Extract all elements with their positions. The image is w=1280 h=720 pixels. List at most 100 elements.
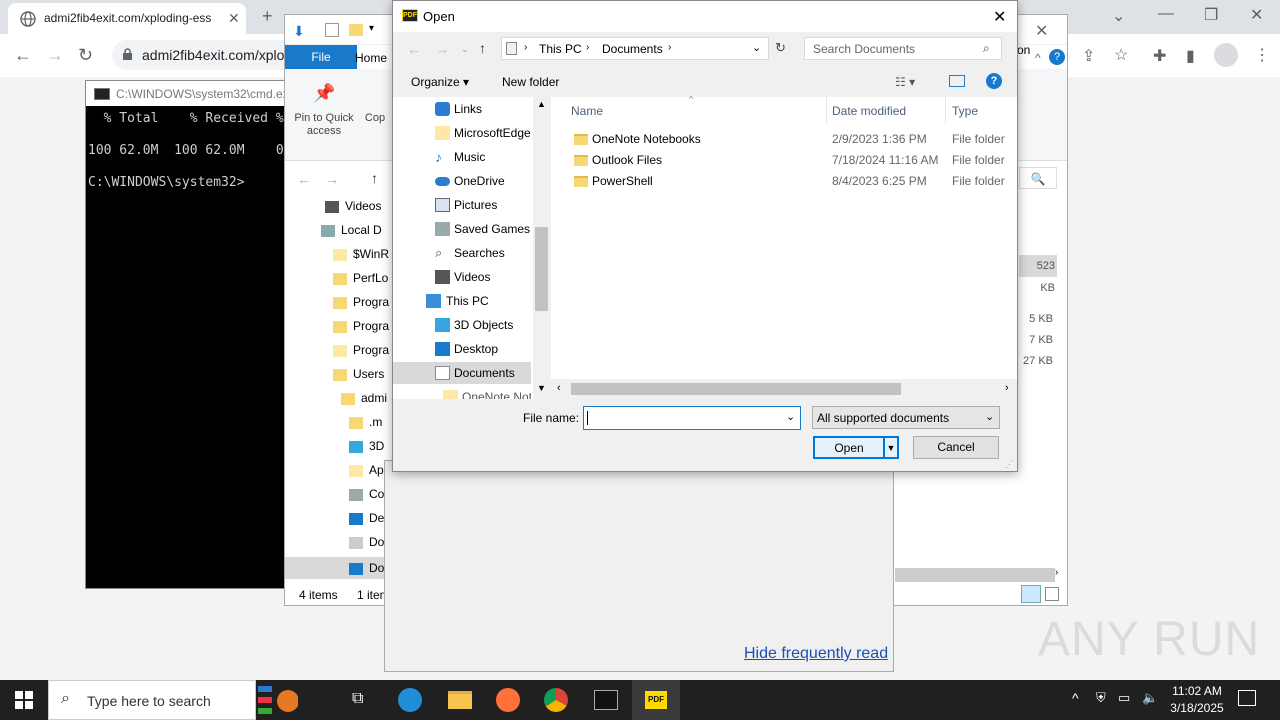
- tree-item-selected[interactable]: Do: [285, 557, 385, 579]
- forward-icon[interactable]: →: [46, 45, 64, 66]
- nav-item-3d-objects[interactable]: 3D Objects: [393, 314, 531, 336]
- nav-item-this-pc[interactable]: This PC: [393, 290, 531, 312]
- notifications-icon[interactable]: [1238, 690, 1256, 706]
- restore-icon[interactable]: ❐: [1204, 5, 1218, 25]
- navigation-pane[interactable]: Links MicrosoftEdge ♪ Music OneDrive Pict…: [393, 97, 533, 399]
- nav-item-videos[interactable]: Videos: [393, 266, 531, 288]
- edge-icon[interactable]: [398, 688, 422, 712]
- scroll-left-icon[interactable]: ‹: [557, 382, 561, 394]
- nav-item-searches[interactable]: ⌕ Searches: [393, 242, 531, 264]
- refresh-icon[interactable]: ↻: [775, 40, 786, 56]
- large-icons-view-icon[interactable]: [1045, 587, 1059, 601]
- explorer-close-icon[interactable]: ✕: [1035, 21, 1048, 41]
- nav-item-documents[interactable]: Documents: [393, 362, 531, 384]
- tray-time[interactable]: 11:02 AM: [1170, 684, 1224, 698]
- file-row[interactable]: Outlook Files 7/18/2024 11:16 AM File fo…: [551, 150, 1017, 171]
- pin-quick-access-button[interactable]: Pin to Quick access: [291, 112, 357, 138]
- cmd-window[interactable]: C:\WINDOWS\system32\cmd.exe % Total % Re…: [85, 80, 331, 589]
- task-view-icon[interactable]: ⧉: [352, 690, 363, 708]
- explorer-search-icon[interactable]: 🔍: [1019, 167, 1057, 189]
- dialog-titlebar[interactable]: PDF Open ✕: [393, 1, 1017, 32]
- address-breadcrumb[interactable]: › This PC › Documents › ⌄: [501, 37, 769, 60]
- help-icon[interactable]: ?: [1049, 49, 1065, 65]
- open-button[interactable]: Open: [813, 436, 885, 459]
- address-bar[interactable]: admi2fib4exit.com/xplo: [112, 40, 312, 70]
- tree-item[interactable]: admi: [341, 391, 387, 413]
- tree-item[interactable]: 3D: [349, 439, 384, 461]
- tree-item[interactable]: $WinR: [333, 247, 389, 269]
- column-divider[interactable]: [945, 97, 946, 123]
- tab-close-icon[interactable]: ✕: [228, 10, 240, 27]
- tree-item[interactable]: Local D: [321, 223, 382, 245]
- tree-item[interactable]: Do: [349, 535, 384, 557]
- nav-item-saved-games[interactable]: Saved Games: [393, 218, 531, 240]
- column-type[interactable]: Type: [952, 104, 978, 118]
- tree-item[interactable]: PerfLo: [333, 271, 388, 293]
- file-type-select[interactable]: All supported documents ⌄: [812, 406, 1000, 429]
- tray-date[interactable]: 3/18/2025: [1166, 701, 1228, 715]
- tab-file[interactable]: File: [285, 45, 357, 69]
- nav-item-links[interactable]: Links: [393, 98, 531, 120]
- forward-icon[interactable]: →: [435, 41, 449, 57]
- security-icon[interactable]: ⛨: [1096, 690, 1106, 706]
- tree-item[interactable]: De: [349, 511, 384, 533]
- scroll-up-icon[interactable]: ▲: [537, 99, 546, 109]
- windows-start-icon[interactable]: [15, 691, 33, 709]
- sidepanel-icon[interactable]: ▮: [1186, 46, 1195, 66]
- tree-item[interactable]: Co: [349, 487, 384, 509]
- nav-item-microsoftedge[interactable]: MicrosoftEdge: [393, 122, 531, 144]
- resize-grip-icon[interactable]: ⋰: [1005, 459, 1014, 470]
- tray-overflow-icon[interactable]: ^: [1072, 690, 1079, 706]
- tree-item[interactable]: Progra: [333, 295, 389, 317]
- help-icon[interactable]: ?: [986, 73, 1002, 89]
- tree-item[interactable]: Ap: [349, 463, 384, 485]
- cmd-taskbar-icon[interactable]: [594, 690, 618, 710]
- tree-item[interactable]: Progra: [333, 319, 389, 341]
- scroll-down-icon[interactable]: ▼: [537, 383, 546, 393]
- tab-search-icon[interactable]: ⌄: [1112, 6, 1125, 26]
- taskbar-search[interactable]: ⌕ Type here to search: [48, 680, 256, 720]
- bookmark-star-icon[interactable]: ☆: [1114, 45, 1128, 65]
- details-view-icon[interactable]: [1021, 585, 1041, 603]
- widgets-icon[interactable]: [258, 684, 298, 716]
- file-row[interactable]: PowerShell 8/4/2023 6:25 PM File folder: [551, 171, 1017, 192]
- chevron-down-icon[interactable]: ⌄: [786, 410, 795, 423]
- tree-item[interactable]: Progra: [333, 343, 389, 365]
- reload-icon[interactable]: ↻: [78, 45, 93, 66]
- tree-item[interactable]: .m: [349, 415, 382, 437]
- open-dialog[interactable]: PDF Open ✕ ← → ⌄ ↑ › This PC › Documents…: [392, 0, 1018, 472]
- column-name[interactable]: Name: [571, 104, 603, 118]
- file-list[interactable]: ^ Name Date modified Type OneNote Notebo…: [551, 94, 1017, 399]
- share-icon[interactable]: ⇪: [1082, 46, 1095, 66]
- nav-item-music[interactable]: ♪ Music: [393, 146, 531, 168]
- taskbar-search-input[interactable]: Type here to search: [87, 693, 211, 709]
- dialog-close-icon[interactable]: ✕: [993, 7, 1006, 27]
- network-icon[interactable]: ▭: [1118, 690, 1130, 706]
- organize-button[interactable]: Organize ▾: [411, 75, 469, 89]
- file-row[interactable]: OneNote Notebooks 2/9/2023 1:36 PM File …: [551, 129, 1017, 150]
- firefox-icon[interactable]: [496, 688, 520, 712]
- cmd-titlebar[interactable]: C:\WINDOWS\system32\cmd.exe: [86, 81, 295, 106]
- search-box[interactable]: Search Documents ⌕: [804, 37, 1002, 60]
- nav-item-onedrive[interactable]: OneDrive: [393, 170, 531, 192]
- scroll-right-icon[interactable]: ›: [1055, 567, 1058, 578]
- nav-scroll-thumb[interactable]: [535, 227, 548, 311]
- nav-forward-icon[interactable]: →: [325, 171, 339, 187]
- cancel-button[interactable]: Cancel: [913, 436, 999, 459]
- nav-item-pictures[interactable]: Pictures: [393, 194, 531, 216]
- view-options-icon[interactable]: ☷ ▾: [895, 75, 915, 89]
- copy-button[interactable]: Cop: [363, 112, 387, 125]
- preview-pane-icon[interactable]: [949, 75, 965, 87]
- nav-up-icon[interactable]: ↑: [371, 170, 378, 186]
- scroll-right-icon[interactable]: ›: [1005, 382, 1009, 394]
- window-close-icon[interactable]: ✕: [1250, 5, 1263, 25]
- file-hscrollbar[interactable]: ‹ ›: [551, 379, 1017, 399]
- breadcrumb-this-pc[interactable]: This PC: [539, 42, 582, 56]
- tab-home[interactable]: Home: [355, 51, 387, 65]
- horizontal-scrollbar[interactable]: [895, 568, 1055, 582]
- back-icon[interactable]: ←: [14, 45, 32, 66]
- nav-item-onenote[interactable]: OneNote Not: [393, 386, 531, 399]
- ribbon-collapse-icon[interactable]: ^: [1035, 51, 1041, 65]
- qat-dropdown-icon[interactable]: ▾: [369, 23, 374, 34]
- pdf-app-taskbar-button[interactable]: PDF: [632, 680, 680, 720]
